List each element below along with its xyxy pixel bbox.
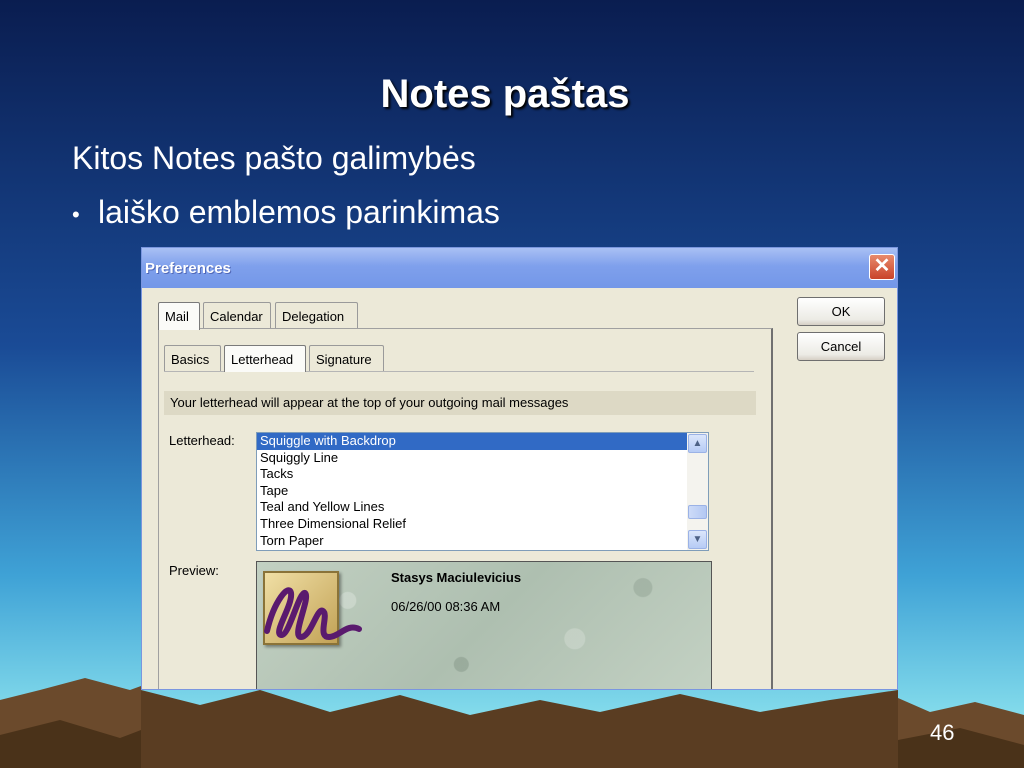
- bullet-text: laiško emblemos parinkimas: [98, 194, 500, 230]
- list-item[interactable]: Three Dimensional Relief: [257, 516, 708, 533]
- listbox-scrollbar[interactable]: ▲ ▼: [687, 433, 708, 550]
- list-item[interactable]: Squiggle with Backdrop: [257, 433, 708, 450]
- list-item[interactable]: Squiggly Line: [257, 450, 708, 467]
- tab-letterhead[interactable]: Letterhead: [224, 345, 306, 372]
- tab-calendar[interactable]: Calendar: [203, 302, 271, 328]
- slide-title: Notes paštas: [380, 72, 630, 116]
- letterhead-info: Your letterhead will appear at the top o…: [164, 391, 756, 415]
- preferences-dialog: Preferences ✕ Mail Calendar Delegation B…: [141, 247, 898, 690]
- tab-label: Letterhead: [231, 352, 294, 367]
- page-number: 46: [930, 720, 955, 745]
- bullet-icon: •: [72, 201, 80, 227]
- tab-label: Calendar: [210, 309, 263, 324]
- cancel-button[interactable]: Cancel: [797, 332, 885, 361]
- list-item[interactable]: Tape: [257, 483, 708, 500]
- squiggle-logo-icon: [263, 571, 362, 645]
- letterhead-label: Letterhead:: [169, 433, 235, 448]
- scroll-down-icon[interactable]: ▼: [688, 530, 707, 549]
- scroll-thumb[interactable]: [688, 505, 707, 519]
- letterhead-preview: Stasys Maciulevicius 06/26/00 08:36 AM: [256, 561, 712, 689]
- tab-signature[interactable]: Signature: [309, 345, 384, 371]
- dialog-title: Preferences: [145, 260, 231, 277]
- preview-label: Preview:: [169, 563, 219, 578]
- list-item[interactable]: Tacks: [257, 466, 708, 483]
- bullet-item: • laiško emblemos parinkimas: [72, 194, 500, 231]
- tab-label: Signature: [316, 352, 372, 367]
- slide-subtitle: Kitos Notes pašto galimybės: [72, 140, 476, 176]
- ok-button[interactable]: OK: [797, 297, 885, 326]
- close-icon[interactable]: ✕: [869, 254, 895, 280]
- preview-datetime: 06/26/00 08:36 AM: [391, 599, 501, 614]
- dialog-titlebar[interactable]: Preferences ✕: [142, 248, 897, 288]
- tab-label: Delegation: [282, 309, 345, 324]
- preview-name: Stasys Maciulevicius: [391, 570, 522, 585]
- tab-label: Mail: [165, 309, 189, 324]
- letterhead-options: Squiggle with Backdrop Squiggly Line Tacks…: [257, 433, 708, 549]
- letterhead-listbox[interactable]: Squiggle with Backdrop Squiggly Line Tacks…: [256, 432, 709, 551]
- list-item[interactable]: Torn Paper: [257, 533, 708, 550]
- tab-mail[interactable]: Mail: [158, 302, 200, 330]
- list-item[interactable]: Teal and Yellow Lines: [257, 499, 708, 516]
- tab-basics[interactable]: Basics: [164, 345, 221, 371]
- tab-label: Basics: [171, 352, 210, 367]
- scroll-up-icon[interactable]: ▲: [688, 434, 707, 453]
- tab-delegation[interactable]: Delegation: [275, 302, 358, 328]
